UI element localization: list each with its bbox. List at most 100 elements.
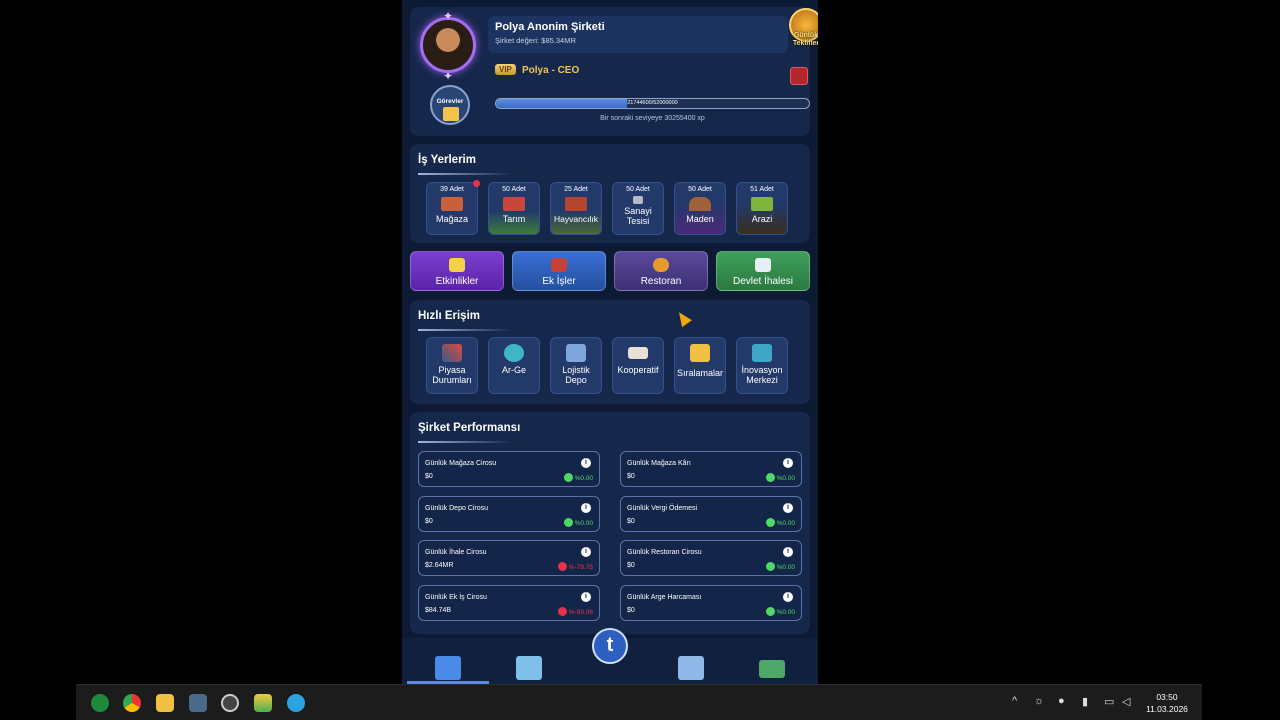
handshake-icon (628, 347, 648, 359)
arrow-down-icon (557, 562, 567, 571)
tender-icon (755, 258, 771, 272)
quick-market-status[interactable]: Piyasa Durumları (426, 337, 478, 394)
workplace-tile-mine[interactable]: 50 Adet Maden (674, 182, 726, 235)
perf-title: Günlük Ek İş Cirosu (425, 594, 487, 601)
quick-label: Piyasa Durumları (432, 365, 472, 385)
workplace-label: Mağaza (435, 214, 469, 224)
arrow-up-icon (563, 518, 573, 527)
vip-badge: VIP (495, 64, 516, 75)
perf-card-store-profit[interactable]: Günlük Mağaza Kârı $0 i %0.00 (620, 451, 802, 487)
workplace-count: 25 Adet (564, 186, 588, 193)
clock-time: 03:50 (1156, 692, 1178, 702)
ceo-avatar[interactable] (420, 17, 476, 73)
info-icon[interactable]: i (783, 592, 793, 602)
perf-change: %0.00 (765, 607, 795, 616)
workplace-tile-livestock[interactable]: 25 Adet Hayvancılık (550, 182, 602, 235)
perf-card-restaurant-revenue[interactable]: Günlük Restoran Cirosu $0 i %0.00 (620, 540, 802, 576)
farm-icon (503, 197, 525, 211)
perf-title: Günlük Restoran Cirosu (627, 549, 702, 556)
game-app-screen: ✦ ✦ Polya Anonim Şirketi Şirket değeri: … (402, 0, 818, 684)
volume-icon[interactable]: ◁ (1122, 695, 1130, 708)
info-icon[interactable]: i (783, 458, 793, 468)
market-chart-icon (442, 344, 462, 362)
extra-jobs-button[interactable]: Ek İşler (512, 251, 606, 291)
podium-icon (690, 344, 710, 362)
system-clock[interactable]: 03:50 11.03.2026 (1146, 691, 1188, 715)
chevron-up-icon[interactable]: ^ (1012, 695, 1017, 707)
section-underline (418, 173, 513, 175)
daily-offers-button[interactable]: Günlük Teklifler (787, 8, 818, 48)
workplace-label: Sanayi Tesisi (624, 206, 652, 226)
gift-icon[interactable] (790, 67, 808, 85)
perf-value: $0 (627, 562, 635, 569)
section-underline (418, 329, 513, 331)
land-icon (751, 197, 773, 211)
perf-card-rnd-spending[interactable]: Günlük Arge Harcaması $0 i %0.00 (620, 585, 802, 621)
wallet-icon[interactable] (759, 660, 785, 678)
info-icon[interactable]: i (581, 458, 591, 468)
perf-card-store-revenue[interactable]: Günlük Mağaza Cirosu $0 i %0.00 (418, 451, 600, 487)
info-icon[interactable]: i (783, 503, 793, 513)
bluestacks-icon[interactable] (254, 694, 272, 712)
perf-change: %-93.06 (557, 607, 593, 616)
arrow-down-icon (557, 607, 567, 616)
workplace-count: 51 Adet (750, 186, 774, 193)
quick-label: Kooperatif (617, 365, 659, 375)
workplace-count: 50 Adet (626, 186, 650, 193)
perf-change: %0.00 (563, 473, 593, 482)
events-button[interactable]: Etkinlikler (410, 251, 504, 291)
perf-title: Günlük Arge Harcaması (627, 594, 702, 601)
quick-label: Ar-Ge (501, 365, 526, 375)
perf-card-tax-payment[interactable]: Günlük Vergi Ödemesi $0 i %0.00 (620, 496, 802, 532)
brightness-icon[interactable]: ☼ (1034, 695, 1044, 707)
quick-innovation-center[interactable]: İnovasyon Merkezi (736, 337, 788, 394)
telegram-icon[interactable] (287, 694, 305, 712)
livestock-icon (565, 197, 587, 211)
chrome-icon[interactable] (123, 694, 141, 712)
quick-warehouse[interactable]: Lojistik Depo (550, 337, 602, 394)
info-icon[interactable]: i (581, 592, 591, 602)
center-home-button[interactable]: t (592, 628, 628, 664)
workplace-tile-store[interactable]: 39 Adet Mağaza (426, 182, 478, 235)
restaurant-button[interactable]: Restoran (614, 251, 708, 291)
network-icon[interactable]: ▭ (1104, 695, 1114, 708)
info-icon[interactable]: i (581, 503, 591, 513)
quick-cooperative[interactable]: Kooperatif (612, 337, 664, 394)
microphone-icon[interactable]: ▮ (1082, 695, 1088, 708)
research-icon (504, 344, 524, 362)
workplace-count: 39 Adet (440, 186, 464, 193)
perf-card-tender-revenue[interactable]: Günlük İhale Cirosu $2.64MR i %-78.75 (418, 540, 600, 576)
tasks-button[interactable]: Görevler (428, 85, 472, 125)
xp-progress-text: 21744600/52000000 (627, 100, 678, 106)
arrow-up-icon (765, 473, 775, 482)
steam-icon[interactable]: ● (1058, 695, 1065, 707)
perf-change: %0.00 (765, 562, 795, 571)
quick-rankings[interactable]: Sıralamalar (674, 337, 726, 394)
avatar-star-icon: ✦ (443, 69, 454, 83)
workplaces-section: İş Yerlerim 39 Adet Mağaza 50 Adet Tarım… (410, 144, 810, 243)
city-icon[interactable] (678, 656, 704, 680)
workplace-tile-land[interactable]: 51 Adet Arazi (736, 182, 788, 235)
perf-card-warehouse-revenue[interactable]: Günlük Depo Cirosu $0 i %0.00 (418, 496, 600, 532)
buildings-icon[interactable] (516, 656, 542, 680)
workplace-tile-farm[interactable]: 50 Adet Tarım (488, 182, 540, 235)
perf-card-extra-job-revenue[interactable]: Günlük Ek İş Cirosu $84.74B i %-93.06 (418, 585, 600, 621)
perf-title: Günlük Mağaza Cirosu (425, 460, 497, 467)
calculator-icon[interactable] (189, 694, 207, 712)
game-app-icon[interactable] (221, 694, 239, 712)
info-icon[interactable]: i (581, 547, 591, 557)
workplace-tile-factory[interactable]: 50 Adet Sanayi Tesisi (612, 182, 664, 235)
dashboard-icon[interactable] (435, 656, 461, 680)
info-icon[interactable]: i (783, 547, 793, 557)
clock-date: 11.03.2026 (1146, 704, 1188, 714)
tender-button[interactable]: Devlet İhalesi (716, 251, 810, 291)
perf-title: Günlük Mağaza Kârı (627, 460, 691, 467)
extra-jobs-label: Ek İşler (542, 276, 576, 287)
xbox-icon[interactable] (91, 694, 109, 712)
quick-label: Sıralamalar (676, 368, 723, 378)
quick-research[interactable]: Ar-Ge (488, 337, 540, 394)
daily-offers-label: Günlük Teklifler (792, 32, 818, 47)
player-role: Polya - CEO (522, 65, 580, 76)
next-level-text: Bir sonraki seviyeye 30255400 xp (600, 115, 705, 122)
file-explorer-icon[interactable] (156, 694, 174, 712)
